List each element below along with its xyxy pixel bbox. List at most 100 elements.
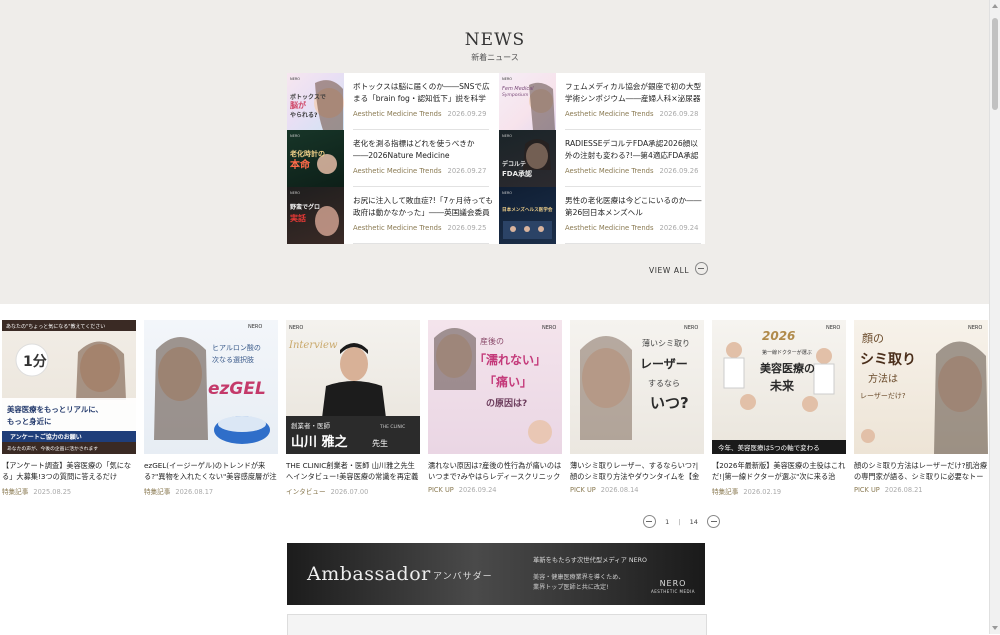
svg-text:NERO: NERO <box>290 134 300 138</box>
news-category: Aesthetic Medicine Trends <box>565 167 654 175</box>
news-date: 2026.09.29 <box>447 110 487 118</box>
banner-desc-line: 業界トップ医師と共に改定! <box>533 584 609 591</box>
news-thumb-text: 老化時計の <box>289 149 325 158</box>
news-thumbnail-graphic: NERO 野蛮でグロ 実話 <box>290 191 339 236</box>
card-meta: 特集記事 2025.08.25 <box>2 486 136 496</box>
card-text: いつ? <box>650 394 689 412</box>
card-image[interactable]: あなたの"ちょっと気になる"教えてください 1分 美容医療をもっとリアルに、 も… <box>2 320 136 454</box>
card-graphic: NERO 2026 第一線ドクターが選ぶ 美容医療の 未来 今年、美容医療は5つ… <box>712 325 846 454</box>
news-thumbnail-graphic: NERO 日本メンズヘルス医学会 <box>502 191 553 239</box>
news-item[interactable]: NERO 日本メンズヘルス医学会 男性の老化医療は今どこにいるのか――第26回日… <box>499 187 705 244</box>
article-card[interactable]: NERO 薄いシミ取り レーザー するなら いつ? 薄いシミ取りレーザー、するな… <box>570 320 704 494</box>
card-title[interactable]: THE CLINIC創業者・医師 山川雅之先生へインタビュー!美容医療の常識を再… <box>286 460 420 482</box>
news-item[interactable]: NERO デコルテ FDA承認 RADIESSEデコルテFDA承認2026顔以外… <box>499 130 705 187</box>
card-text: 今年、美容医療は5つの軸で変わる <box>718 443 820 452</box>
card-text: ヒアルロン酸の <box>212 343 261 352</box>
news-thumb-text: 本命 <box>290 158 311 171</box>
card-text: シミ取り <box>860 352 916 368</box>
svg-text:NERO: NERO <box>502 134 512 138</box>
card-date: 2026.08.21 <box>884 486 923 494</box>
scroll-down-icon[interactable] <box>992 626 998 630</box>
card-category: PICK UP <box>570 486 596 494</box>
card-text: Interview <box>288 340 338 351</box>
news-headline[interactable]: 男性の老化医療は今どこにいるのか――第26回日本メンズヘル <box>565 195 705 219</box>
arrow-left-icon[interactable] <box>643 515 656 528</box>
article-card[interactable]: NERO 産後の 「濡れない」 「痛い」 の原因は? 濡れない原因は?産後の性行… <box>428 320 562 494</box>
news-headline[interactable]: RADIESSEデコルテFDA承認2026顔以外の注射も変わる?!―第4適応FD… <box>565 138 705 162</box>
news-thumbnail-graphic: NERO 老化時計の 本命 <box>289 134 337 174</box>
card-title[interactable]: 顔のシミ取り方法はレーザーだけ?肌治療の専門家が語る、シミ取りに必要なトータ… <box>854 460 988 482</box>
news-headline[interactable]: ボトックスは脳に届くのか――SNSで広まる「brain fog・認知低下」説を科… <box>353 81 493 105</box>
news-headline[interactable]: お尻に注入して敗血症?!「7ヶ月待っても政府は動かなかった」――英国議会委員会… <box>353 195 493 219</box>
card-text: の原因は? <box>486 398 527 409</box>
news-thumbnail[interactable]: NERO ボトックスで 脳が やられる? <box>287 73 344 130</box>
banner-tagline: 革新をもたらす次世代型メディア NERO <box>533 557 647 564</box>
article-card[interactable]: NERO 2026 第一線ドクターが選ぶ 美容医療の 未来 今年、美容医療は5つ… <box>712 320 846 496</box>
view-all-link[interactable]: VIEW ALL <box>649 258 709 275</box>
card-title[interactable]: 濡れない原因は?産後の性行為が痛いのはいつまで?みやはらレディースクリニックの… <box>428 460 562 482</box>
banner-description: 美容・健康医療業界を導くため、 業界トップ医師と共に改定! <box>533 573 643 593</box>
card-date: 2026.02.19 <box>743 488 782 496</box>
scrollbar[interactable] <box>989 0 1000 634</box>
news-thumb-text: 脳が <box>289 100 307 110</box>
news-meta: Aesthetic Medicine Trends 2026.09.29 <box>353 110 486 118</box>
card-image[interactable]: NERO 顔の シミ取り 方法は レーザーだけ? <box>854 320 988 454</box>
card-image[interactable]: NERO Interview 創業者・医師 山川 雅之 先生 THE CLINI… <box>286 320 420 454</box>
news-thumbnail[interactable]: NERO デコルテ FDA承認 <box>499 130 556 187</box>
card-date: 2026.08.14 <box>600 486 639 494</box>
news-item[interactable]: NERO 老化時計の 本命 老化を測る指標はどれを使うべきか――2026Natu… <box>287 130 493 187</box>
news-thumbnail[interactable]: NERO Fem Medical Symposium <box>499 73 556 130</box>
svg-text:NERO: NERO <box>968 325 982 331</box>
news-item[interactable]: NERO Fem Medical Symposium フェムメディカル協会が銀座… <box>499 73 705 130</box>
scroll-thumb[interactable] <box>992 18 998 110</box>
news-item[interactable]: NERO ボトックスで 脳が やられる? ボトックスは脳に届くのか――SNSで広… <box>287 73 493 130</box>
card-meta: PICK UP 2026.08.21 <box>854 486 988 494</box>
view-all-label[interactable]: VIEW ALL <box>649 266 689 275</box>
card-graphic: NERO 薄いシミ取り レーザー するなら いつ? <box>580 325 698 440</box>
card-text: 美容医療をもっとリアルに、 <box>7 405 103 414</box>
card-title[interactable]: ezGEL(イージーゲル)のトレンドが来る?"異物を入れたくない"美容感度層が注… <box>144 460 278 482</box>
card-image[interactable]: NERO ヒアルロン酸の 次なる選択肢 ezGEL <box>144 320 278 454</box>
news-headline[interactable]: 老化を測る指標はどれを使うべきか――2026Nature Medicine <box>353 138 493 162</box>
ambassador-banner[interactable]: Ambassador アンバサダー 革新をもたらす次世代型メディア NERO 美… <box>287 543 705 605</box>
card-graphic: NERO Interview 創業者・医師 山川 雅之 先生 THE CLINI… <box>286 325 420 454</box>
card-title[interactable]: 薄いシミ取りレーザー、するならいつ?|顔のシミ取り方法やダウンタイムを【金沢・野… <box>570 460 704 482</box>
article-card[interactable]: あなたの"ちょっと気になる"教えてください 1分 美容医療をもっとリアルに、 も… <box>2 320 136 496</box>
news-thumbnail[interactable]: NERO 日本メンズヘルス医学会 <box>499 187 556 244</box>
card-image[interactable]: NERO 2026 第一線ドクターが選ぶ 美容医療の 未来 今年、美容医療は5つ… <box>712 320 846 454</box>
scroll-up-icon[interactable] <box>992 4 998 8</box>
article-card[interactable]: NERO ヒアルロン酸の 次なる選択肢 ezGEL ezGEL(イージーゲル)の… <box>144 320 278 496</box>
card-title[interactable]: 【アンケート調査】美容医療の「気になる」大募集!3つの質問に答えるだけ <box>2 460 136 482</box>
card-meta: 特集記事 2026.02.19 <box>712 486 846 496</box>
svg-text:NERO: NERO <box>248 324 262 330</box>
arrow-right-icon[interactable] <box>695 262 709 275</box>
arrow-right-icon[interactable] <box>707 515 720 528</box>
news-thumb-text: FDA承認 <box>502 169 532 178</box>
next-banner[interactable] <box>287 614 707 635</box>
card-date: 2026.09.24 <box>458 486 497 494</box>
card-text: ezGEL <box>208 379 266 399</box>
news-headline[interactable]: フェムメディカル協会が銀座で初の大型学術シンポジウム――産婦人科×泌尿器科が… <box>565 81 705 105</box>
card-graphic: NERO ヒアルロン酸の 次なる選択肢 ezGEL <box>154 324 270 444</box>
card-image[interactable]: NERO 薄いシミ取り レーザー するなら いつ? <box>570 320 704 454</box>
news-category: Aesthetic Medicine Trends <box>353 224 442 232</box>
news-item[interactable]: NERO 野蛮でグロ 実話 お尻に注入して敗血症?!「7ヶ月待っても政府は動かな… <box>287 187 493 244</box>
news-thumbnail[interactable]: NERO 野蛮でグロ 実話 <box>287 187 344 244</box>
news-category: Aesthetic Medicine Trends <box>353 110 442 118</box>
article-card[interactable]: NERO Interview 創業者・医師 山川 雅之 先生 THE CLINI… <box>286 320 420 496</box>
news-thumbnail-graphic: NERO ボトックスで 脳が やられる? <box>289 77 344 130</box>
card-image[interactable]: NERO 産後の 「濡れない」 「痛い」 の原因は? <box>428 320 562 454</box>
svg-text:NERO: NERO <box>826 325 840 331</box>
card-text: あなたの"ちょっと気になる"教えてください <box>6 323 105 330</box>
article-card[interactable]: NERO 顔の シミ取り 方法は レーザーだけ? 顔のシミ取り方法はレーザーだけ… <box>854 320 988 494</box>
logo-subtext: AESTHETIC MEDIA <box>651 589 695 594</box>
news-thumb-text: Fem Medical <box>502 86 534 92</box>
news-thumbnail[interactable]: NERO 老化時計の 本命 <box>287 130 344 187</box>
svg-text:NERO: NERO <box>502 77 512 81</box>
card-title[interactable]: 【2026年最新版】美容医療の主役はこれだ!|第一線ドクターが選ぶ"次に来る治療… <box>712 460 846 482</box>
news-thumb-text: デコルテ <box>502 160 526 168</box>
news-thumb-text: 日本メンズヘルス医学会 <box>502 206 553 213</box>
card-graphic: あなたの"ちょっと気になる"教えてください 1分 美容医療をもっとリアルに、 も… <box>2 320 136 454</box>
card-text: レーザーだけ? <box>860 392 906 400</box>
news-date: 2026.09.24 <box>659 224 699 232</box>
